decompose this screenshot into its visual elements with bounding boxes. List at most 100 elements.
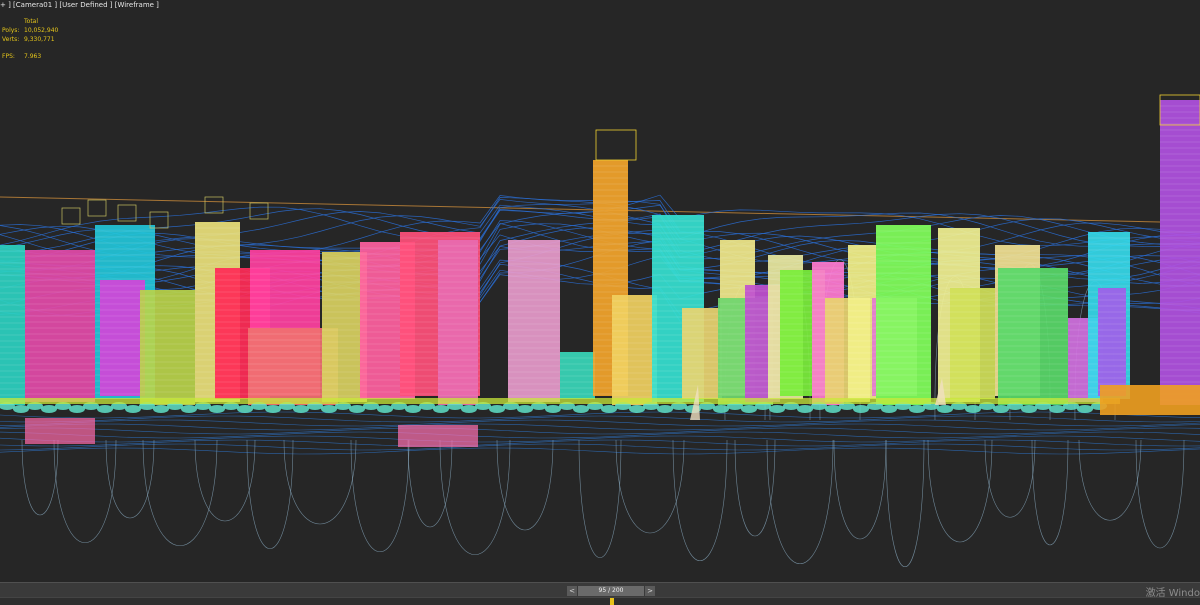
guide-curve — [105, 439, 155, 519]
verts-value: 9,330,771 — [24, 36, 55, 43]
waterfront-tree — [797, 405, 813, 413]
wireframe-scene[interactable] — [0, 0, 1200, 582]
building — [25, 250, 95, 402]
water-wire — [0, 411, 1200, 419]
ferry-boat — [1100, 385, 1200, 415]
guide-curve — [1135, 439, 1185, 549]
waterfront-tree — [629, 405, 645, 413]
waterfront-tree — [909, 405, 925, 413]
building — [848, 245, 876, 399]
waterfront-tree — [545, 405, 561, 413]
building — [950, 288, 995, 399]
waterfront-tree — [237, 405, 253, 413]
waterfront-tree — [853, 405, 869, 413]
water-wire — [0, 423, 1200, 431]
guide-curve — [766, 439, 834, 565]
waterfront-tree — [713, 405, 729, 413]
waterfront-tree — [1021, 405, 1037, 413]
time-slider[interactable]: < 95 / 200 > — [567, 586, 655, 596]
waterfront-tree — [769, 405, 785, 413]
building — [140, 290, 195, 405]
guide-curve — [246, 439, 294, 549]
stats-overlay: Total Polys: 10,052,940 Verts: 9,330,771 F… — [2, 17, 58, 61]
waterfront-tree — [741, 405, 757, 413]
pier-structure — [398, 425, 478, 447]
waterfront-tree — [965, 405, 981, 413]
waterfront-tree — [657, 405, 673, 413]
promenade — [0, 398, 1120, 404]
building — [560, 352, 595, 399]
verts-label: Verts: — [2, 36, 20, 43]
activation-watermark: 激活 Windo — [1145, 588, 1200, 599]
timeline[interactable]: < 95 / 200 > — [0, 582, 1200, 605]
building — [438, 240, 478, 405]
water-wire — [0, 447, 1200, 455]
stats-header: Total — [24, 18, 39, 25]
polys-label: Polys: — [2, 27, 20, 34]
guide-curve — [1031, 439, 1069, 546]
guide-curve — [53, 439, 117, 543]
guide-curve — [21, 439, 59, 516]
guide-curve — [496, 439, 554, 531]
pier-structure — [25, 418, 95, 444]
water-wire — [0, 439, 1200, 447]
guide-curve — [984, 439, 1036, 518]
waterfront-tree — [993, 405, 1009, 413]
waterfront-tree — [265, 405, 281, 413]
fps-value: 7.963 — [24, 53, 42, 60]
waterfront-tree — [13, 405, 29, 413]
tower-crown — [595, 129, 637, 161]
waterfront-tree — [461, 405, 477, 413]
chevron-right-icon[interactable]: > — [645, 586, 655, 596]
waterfront-tree — [125, 405, 141, 413]
guide-curve — [885, 439, 925, 568]
waterfront-tree — [321, 405, 337, 413]
polys-value: 10,052,940 — [24, 27, 59, 34]
building — [1160, 100, 1200, 405]
guide-curve — [927, 439, 993, 543]
waterfront-tree — [881, 405, 897, 413]
waterfront-tree — [937, 405, 953, 413]
building — [682, 308, 722, 399]
guide-curve — [833, 439, 887, 540]
waterfront-tree — [41, 405, 57, 413]
guide-curve — [283, 439, 357, 525]
viewport[interactable]: + ] [Camera01 ] [User Defined ] [Wirefra… — [0, 0, 1200, 582]
waterfront-tree — [405, 405, 421, 413]
waterfront-tree — [433, 405, 449, 413]
waterfront-tree — [293, 405, 309, 413]
guide-curve — [194, 439, 256, 522]
building — [508, 240, 560, 402]
waterfront-tree — [97, 405, 113, 413]
waterfront-tree — [209, 405, 225, 413]
waterfront-tree — [517, 405, 533, 413]
roof-box — [87, 199, 107, 217]
waterfront-tree — [601, 405, 617, 413]
building — [612, 295, 657, 405]
frame-counter[interactable]: 95 / 200 — [578, 586, 644, 596]
waterfront-tree — [349, 405, 365, 413]
chevron-left-icon[interactable]: < — [567, 586, 577, 596]
waterfront-tree — [489, 405, 505, 413]
waterfront-tree — [573, 405, 589, 413]
waterfront-tree — [153, 405, 169, 413]
guide-curve — [350, 439, 410, 552]
waterfront-tree — [1077, 405, 1093, 413]
guide-curve — [578, 439, 622, 558]
water-wire — [0, 427, 1200, 435]
waterfront-tree — [69, 405, 85, 413]
waterfront-tree — [1049, 405, 1065, 413]
building — [998, 268, 1068, 405]
waterfront-tree — [181, 405, 197, 413]
guide-curve — [439, 439, 511, 556]
guide-curve — [407, 439, 453, 527]
guide-curve — [142, 439, 218, 546]
water-wire — [0, 419, 1200, 427]
roof-box — [61, 207, 81, 225]
waterfront-tree — [825, 405, 841, 413]
fps-label: FPS: — [2, 53, 15, 60]
guide-curve — [672, 439, 728, 562]
viewport-label[interactable]: + ] [Camera01 ] [User Defined ] [Wirefra… — [0, 1, 159, 9]
building — [100, 280, 145, 396]
waterfront-tree — [377, 405, 393, 413]
